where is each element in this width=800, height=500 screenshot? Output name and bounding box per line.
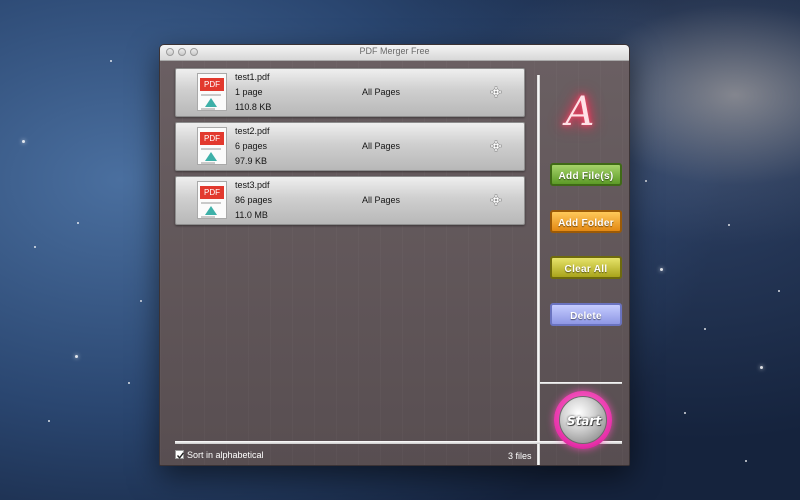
start-button[interactable]: Start [554,391,612,449]
page-range[interactable]: All Pages [362,141,400,151]
file-name: test2.pdf [235,126,270,136]
star [684,412,686,414]
delete-button[interactable]: Delete [550,303,622,326]
file-page-count: 86 pages [235,195,273,205]
star [75,355,78,358]
file-size: 11.0 MB [235,210,268,220]
file-size: 110.8 KB [235,102,272,112]
delete-label: Delete [570,311,602,322]
gear-icon[interactable] [490,140,502,152]
file-name: test1.pdf [235,72,270,82]
main-content: PDF test1.pdf 1 page 110.8 KB All Pages [160,61,629,465]
page-range[interactable]: All Pages [362,87,400,97]
file-row[interactable]: PDF test3.pdf 86 pages 11.0 MB All Pages [175,176,525,225]
file-page-count: 1 page [235,87,263,97]
add-folder-label: Add Folder [558,218,614,229]
star [660,268,663,271]
pdf-badge: PDF [200,186,224,199]
file-page-count: 6 pages [235,141,268,151]
file-name: test3.pdf [235,180,270,190]
app-logo: A [555,89,605,135]
clear-all-label: Clear All [564,264,608,275]
file-size: 97.9 KB [235,156,268,166]
file-row[interactable]: PDF test2.pdf 6 pages 97.9 KB All Pages [175,122,525,171]
checkmark-icon [176,452,185,459]
bottom-divider [175,441,622,444]
start-button-face: Start [559,396,607,444]
star [645,180,647,182]
file-count: 3 files [508,451,532,461]
horizontal-divider [540,382,622,384]
star [22,140,25,143]
pdf-file-icon: PDF [197,73,227,111]
star [34,246,36,248]
pdf-file-icon: PDF [197,181,227,219]
pdf-badge: PDF [200,132,224,145]
star [760,366,763,369]
app-window: PDF Merger Free PDF test1.pdf 1 page 110… [159,44,630,466]
app-logo-letter: A [565,89,595,135]
file-list[interactable]: PDF test1.pdf 1 page 110.8 KB All Pages [175,68,525,230]
star [704,328,706,330]
pdf-badge: PDF [200,78,224,91]
star [110,60,112,62]
start-label: Start [566,414,602,428]
star [728,224,730,226]
clear-all-button[interactable]: Clear All [550,256,622,279]
add-folder-button[interactable]: Add Folder [550,210,622,233]
title-bar[interactable]: PDF Merger Free [160,45,629,61]
sort-alphabetical-label[interactable]: Sort in alphabetical [187,450,264,460]
add-files-button[interactable]: Add File(s) [550,163,622,186]
star [128,382,130,384]
star [745,460,747,462]
page-range[interactable]: All Pages [362,195,400,205]
window-title: PDF Merger Free [359,46,430,56]
sort-alphabetical-checkbox[interactable] [175,450,185,459]
pdf-file-icon: PDF [197,127,227,165]
file-row[interactable]: PDF test1.pdf 1 page 110.8 KB All Pages [175,68,525,117]
gear-icon[interactable] [490,194,502,206]
add-files-label: Add File(s) [558,171,614,182]
star [778,290,780,292]
star [140,300,142,302]
star [48,420,50,422]
gear-icon[interactable] [490,86,502,98]
star [77,222,79,224]
vertical-divider [537,75,540,465]
